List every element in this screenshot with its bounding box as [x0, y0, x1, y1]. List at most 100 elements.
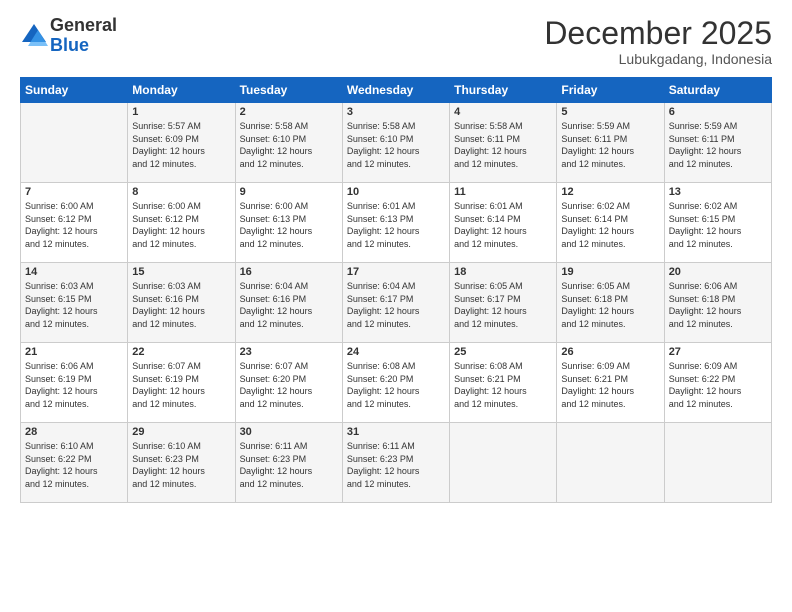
table-cell: 25 Sunrise: 6:08 AM Sunset: 6:21 PM Dayli… [450, 343, 557, 423]
table-cell: 18 Sunrise: 6:05 AM Sunset: 6:17 PM Dayli… [450, 263, 557, 343]
day-info: Sunrise: 6:02 AM Sunset: 6:15 PM Dayligh… [669, 200, 767, 250]
day-number: 18 [454, 266, 552, 278]
day-info: Sunrise: 6:09 AM Sunset: 6:21 PM Dayligh… [561, 360, 659, 410]
month-title: December 2025 [544, 16, 772, 51]
table-row: 7Sunrise: 6:00 AM Sunset: 6:12 PM Daylig… [21, 183, 772, 263]
table-cell: 9Sunrise: 6:00 AM Sunset: 6:13 PM Daylig… [235, 183, 342, 263]
day-number: 3 [347, 106, 445, 118]
day-number: 4 [454, 106, 552, 118]
col-saturday: Saturday [664, 78, 771, 103]
table-cell: 12Sunrise: 6:02 AM Sunset: 6:14 PM Dayli… [557, 183, 664, 263]
day-info: Sunrise: 6:10 AM Sunset: 6:22 PM Dayligh… [25, 440, 123, 490]
table-cell: 17 Sunrise: 6:04 AM Sunset: 6:17 PM Dayli… [342, 263, 449, 343]
table-row: 28 Sunrise: 6:10 AM Sunset: 6:22 PM Dayli… [21, 423, 772, 503]
table-row: 14 Sunrise: 6:03 AM Sunset: 6:15 PM Dayli… [21, 263, 772, 343]
col-friday: Friday [557, 78, 664, 103]
logo-blue: Blue [50, 35, 89, 55]
day-info: Sunrise: 6:03 AM Sunset: 6:15 PM Dayligh… [25, 280, 123, 330]
day-number: 21 [25, 346, 123, 358]
day-number: 27 [669, 346, 767, 358]
table-cell: 20 Sunrise: 6:06 AM Sunset: 6:18 PM Dayli… [664, 263, 771, 343]
day-number: 1 [132, 106, 230, 118]
calendar-table: Sunday Monday Tuesday Wednesday Thursday… [20, 77, 772, 503]
col-tuesday: Tuesday [235, 78, 342, 103]
day-number: 20 [669, 266, 767, 278]
table-cell: 23 Sunrise: 6:07 AM Sunset: 6:20 PM Dayli… [235, 343, 342, 423]
day-info: Sunrise: 6:08 AM Sunset: 6:21 PM Dayligh… [454, 360, 552, 410]
day-number: 30 [240, 426, 338, 438]
day-info: Sunrise: 6:08 AM Sunset: 6:20 PM Dayligh… [347, 360, 445, 410]
table-cell: 26Sunrise: 6:09 AM Sunset: 6:21 PM Dayli… [557, 343, 664, 423]
table-cell [664, 423, 771, 503]
day-info: Sunrise: 6:01 AM Sunset: 6:14 PM Dayligh… [454, 200, 552, 250]
day-number: 2 [240, 106, 338, 118]
table-cell [21, 103, 128, 183]
header: General Blue December 2025 Lubukgadang, … [20, 16, 772, 67]
day-info: Sunrise: 5:58 AM Sunset: 6:10 PM Dayligh… [347, 120, 445, 170]
table-row: 21 Sunrise: 6:06 AM Sunset: 6:19 PM Dayli… [21, 343, 772, 423]
day-info: Sunrise: 6:07 AM Sunset: 6:20 PM Dayligh… [240, 360, 338, 410]
day-number: 16 [240, 266, 338, 278]
day-number: 29 [132, 426, 230, 438]
table-cell: 28 Sunrise: 6:10 AM Sunset: 6:22 PM Dayli… [21, 423, 128, 503]
logo-icon [20, 22, 48, 50]
day-info: Sunrise: 6:06 AM Sunset: 6:18 PM Dayligh… [669, 280, 767, 330]
col-monday: Monday [128, 78, 235, 103]
table-cell: 22 Sunrise: 6:07 AM Sunset: 6:19 PM Dayli… [128, 343, 235, 423]
table-row: 1Sunrise: 5:57 AM Sunset: 6:09 PM Daylig… [21, 103, 772, 183]
table-cell: 6 Sunrise: 5:59 AM Sunset: 6:11 PM Daylig… [664, 103, 771, 183]
col-thursday: Thursday [450, 78, 557, 103]
day-number: 10 [347, 186, 445, 198]
day-info: Sunrise: 6:11 AM Sunset: 6:23 PM Dayligh… [347, 440, 445, 490]
day-info: Sunrise: 6:04 AM Sunset: 6:17 PM Dayligh… [347, 280, 445, 330]
table-cell: 4 Sunrise: 5:58 AM Sunset: 6:11 PM Daylig… [450, 103, 557, 183]
table-cell: 24Sunrise: 6:08 AM Sunset: 6:20 PM Dayli… [342, 343, 449, 423]
calendar-page: General Blue December 2025 Lubukgadang, … [0, 0, 792, 612]
table-cell: 3 Sunrise: 5:58 AM Sunset: 6:10 PM Daylig… [342, 103, 449, 183]
day-info: Sunrise: 5:59 AM Sunset: 6:11 PM Dayligh… [669, 120, 767, 170]
table-cell: 8Sunrise: 6:00 AM Sunset: 6:12 PM Daylig… [128, 183, 235, 263]
table-cell: 1Sunrise: 5:57 AM Sunset: 6:09 PM Daylig… [128, 103, 235, 183]
day-info: Sunrise: 5:58 AM Sunset: 6:10 PM Dayligh… [240, 120, 338, 170]
logo-general: General [50, 15, 117, 35]
day-info: Sunrise: 6:07 AM Sunset: 6:19 PM Dayligh… [132, 360, 230, 410]
day-number: 19 [561, 266, 659, 278]
day-number: 22 [132, 346, 230, 358]
table-cell: 13 Sunrise: 6:02 AM Sunset: 6:15 PM Dayli… [664, 183, 771, 263]
table-cell: 29 Sunrise: 6:10 AM Sunset: 6:23 PM Dayli… [128, 423, 235, 503]
day-info: Sunrise: 6:03 AM Sunset: 6:16 PM Dayligh… [132, 280, 230, 330]
day-info: Sunrise: 6:05 AM Sunset: 6:18 PM Dayligh… [561, 280, 659, 330]
day-number: 28 [25, 426, 123, 438]
day-info: Sunrise: 6:01 AM Sunset: 6:13 PM Dayligh… [347, 200, 445, 250]
day-info: Sunrise: 6:09 AM Sunset: 6:22 PM Dayligh… [669, 360, 767, 410]
table-cell: 2 Sunrise: 5:58 AM Sunset: 6:10 PM Daylig… [235, 103, 342, 183]
day-info: Sunrise: 6:10 AM Sunset: 6:23 PM Dayligh… [132, 440, 230, 490]
day-number: 9 [240, 186, 338, 198]
day-number: 11 [454, 186, 552, 198]
table-cell: 11 Sunrise: 6:01 AM Sunset: 6:14 PM Dayli… [450, 183, 557, 263]
day-number: 13 [669, 186, 767, 198]
table-cell: 16Sunrise: 6:04 AM Sunset: 6:16 PM Dayli… [235, 263, 342, 343]
table-cell [450, 423, 557, 503]
day-info: Sunrise: 6:06 AM Sunset: 6:19 PM Dayligh… [25, 360, 123, 410]
day-number: 23 [240, 346, 338, 358]
table-cell: 30 Sunrise: 6:11 AM Sunset: 6:23 PM Dayli… [235, 423, 342, 503]
table-cell: 7Sunrise: 6:00 AM Sunset: 6:12 PM Daylig… [21, 183, 128, 263]
day-info: Sunrise: 6:05 AM Sunset: 6:17 PM Dayligh… [454, 280, 552, 330]
day-info: Sunrise: 6:11 AM Sunset: 6:23 PM Dayligh… [240, 440, 338, 490]
day-number: 5 [561, 106, 659, 118]
day-number: 17 [347, 266, 445, 278]
col-sunday: Sunday [21, 78, 128, 103]
table-cell: 10 Sunrise: 6:01 AM Sunset: 6:13 PM Dayli… [342, 183, 449, 263]
day-number: 8 [132, 186, 230, 198]
day-info: Sunrise: 6:00 AM Sunset: 6:12 PM Dayligh… [25, 200, 123, 250]
table-cell: 31 Sunrise: 6:11 AM Sunset: 6:23 PM Dayli… [342, 423, 449, 503]
day-number: 31 [347, 426, 445, 438]
day-info: Sunrise: 5:58 AM Sunset: 6:11 PM Dayligh… [454, 120, 552, 170]
table-cell: 19 Sunrise: 6:05 AM Sunset: 6:18 PM Dayli… [557, 263, 664, 343]
day-number: 6 [669, 106, 767, 118]
day-info: Sunrise: 5:59 AM Sunset: 6:11 PM Dayligh… [561, 120, 659, 170]
col-wednesday: Wednesday [342, 78, 449, 103]
day-number: 25 [454, 346, 552, 358]
day-number: 14 [25, 266, 123, 278]
